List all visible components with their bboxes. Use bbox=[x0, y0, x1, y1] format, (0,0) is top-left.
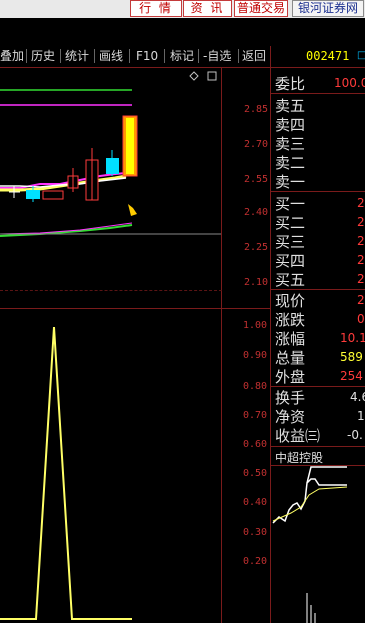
indicator-y-tick: 0.20 bbox=[243, 556, 268, 567]
remove-watchlist-button[interactable]: -自选 bbox=[203, 47, 231, 65]
buy-1-label: 买一 bbox=[275, 195, 306, 213]
draw-line-button[interactable]: 画线 bbox=[99, 47, 123, 65]
volume-value: 589 bbox=[340, 350, 363, 364]
overlay-button[interactable]: 叠加 bbox=[0, 47, 24, 65]
indicator-y-tick: 1.00 bbox=[243, 320, 268, 331]
indicator-y-tick: 0.70 bbox=[243, 410, 268, 421]
mini-avg-line bbox=[272, 486, 348, 522]
kline-chart[interactable] bbox=[0, 68, 221, 308]
buy-1-value: 2 bbox=[357, 196, 365, 210]
toolbar-divider bbox=[198, 49, 199, 63]
sell-5-label: 卖五 bbox=[275, 97, 306, 115]
sell-2-label: 卖二 bbox=[275, 154, 306, 172]
toolbar-divider bbox=[238, 49, 239, 63]
broker-site-button[interactable]: 银河证券网 bbox=[292, 0, 364, 17]
toolbar-divider bbox=[129, 49, 130, 63]
change-value: 0 bbox=[357, 312, 365, 326]
toolbar-divider bbox=[94, 49, 95, 63]
weibi-value: 100.0 bbox=[334, 76, 365, 90]
net-asset-label: 净资 bbox=[275, 408, 306, 426]
kline-y-tick: 2.55 bbox=[244, 174, 269, 185]
header-gap bbox=[0, 18, 365, 46]
price-value: 2 bbox=[357, 293, 365, 307]
sell-1-label: 卖一 bbox=[275, 173, 306, 191]
indicator-y-tick: 0.40 bbox=[243, 497, 268, 508]
price-label: 现价 bbox=[275, 292, 306, 310]
cursor-hand-icon bbox=[128, 204, 137, 216]
kline-y-tick: 2.10 bbox=[244, 277, 269, 288]
mini-intraday-chart[interactable] bbox=[271, 465, 365, 623]
toolbar-divider bbox=[164, 49, 165, 63]
axis-left-border bbox=[221, 68, 222, 623]
candle-7-inner bbox=[126, 118, 134, 174]
change-pct-label: 涨幅 bbox=[275, 330, 306, 348]
kline-y-tick: 2.25 bbox=[244, 242, 269, 253]
buy-4-label: 买四 bbox=[275, 252, 306, 270]
turnover-value: 4.6 bbox=[350, 390, 365, 404]
toolbar-divider bbox=[60, 49, 61, 63]
change-label: 涨跌 bbox=[275, 311, 306, 329]
back-button[interactable]: 返回 bbox=[242, 47, 266, 65]
indicator-chart[interactable] bbox=[0, 309, 221, 623]
quote-divider bbox=[271, 191, 365, 192]
buy-2-value: 2 bbox=[357, 215, 365, 229]
eps-value: -0. bbox=[347, 428, 363, 442]
sell-4-label: 卖四 bbox=[275, 116, 306, 134]
quote-divider bbox=[271, 446, 365, 447]
trade-tab-button[interactable]: 普通交易 bbox=[234, 0, 288, 17]
mark-button[interactable]: 标记 bbox=[170, 47, 194, 65]
turnover-label: 换手 bbox=[275, 389, 306, 407]
market-tab-button[interactable]: 行 情 bbox=[130, 0, 182, 17]
buy-3-value: 2 bbox=[357, 234, 365, 248]
history-button[interactable]: 历史 bbox=[31, 47, 55, 65]
net-asset-value: 1 bbox=[357, 409, 365, 423]
settings-diamond-icon bbox=[189, 71, 199, 81]
buy-5-value: 2 bbox=[357, 272, 365, 286]
indicator-y-tick: 0.60 bbox=[243, 439, 268, 450]
buy-2-label: 买二 bbox=[275, 214, 306, 232]
indicator-y-tick: 0.90 bbox=[243, 350, 268, 361]
eps-label: 收益㈢ bbox=[275, 427, 321, 445]
quote-divider bbox=[271, 93, 365, 94]
mini-price-line-2 bbox=[306, 466, 347, 484]
candle-3 bbox=[42, 190, 64, 200]
news-tab-button[interactable]: 资 讯 bbox=[183, 0, 232, 17]
top-nav-bar: 行 情 资 讯 普通交易 银河证券网 bbox=[0, 0, 365, 18]
outer-volume-label: 外盘 bbox=[275, 368, 306, 386]
window-icon bbox=[207, 71, 217, 81]
toolbar-divider bbox=[26, 49, 27, 63]
mini-chart-title: 中超控股 bbox=[275, 451, 324, 465]
code-suffix-icon[interactable]: □ bbox=[357, 50, 365, 61]
kline-y-tick: 2.40 bbox=[244, 207, 269, 218]
outer-volume-value: 254 bbox=[340, 369, 363, 383]
change-pct-value: 10.1 bbox=[340, 331, 365, 345]
stock-code: 002471 bbox=[306, 49, 350, 63]
kline-y-tick: 2.85 bbox=[244, 104, 269, 115]
buy-3-label: 买三 bbox=[275, 233, 306, 251]
indicator-y-tick: 0.30 bbox=[243, 527, 268, 538]
volume-label: 总量 bbox=[275, 349, 306, 367]
buy-5-label: 买五 bbox=[275, 271, 306, 289]
buy-4-value: 2 bbox=[357, 253, 365, 267]
kline-y-tick: 2.70 bbox=[244, 139, 269, 150]
f10-button[interactable]: F10 bbox=[136, 47, 158, 65]
indicator-y-tick: 0.80 bbox=[243, 381, 268, 392]
indicator-y-tick: 0.50 bbox=[243, 468, 268, 479]
indicator-line bbox=[0, 326, 132, 620]
weibi-label: 委比 bbox=[275, 75, 306, 93]
sell-3-label: 卖三 bbox=[275, 135, 306, 153]
statistics-button[interactable]: 统计 bbox=[65, 47, 89, 65]
